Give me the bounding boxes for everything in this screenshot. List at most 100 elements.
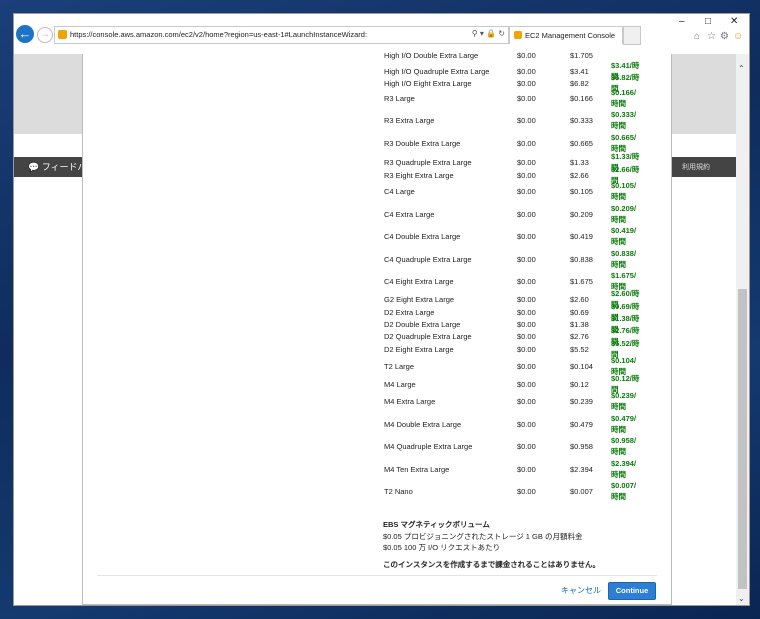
instance-type-name: M4 Large	[384, 380, 416, 389]
browser-window: ← → https://console.aws.amazon.com/ec2/v…	[13, 13, 750, 606]
favorites-star-icon[interactable]: ☆	[707, 31, 716, 42]
ebs-title: EBS マグネティックボリューム	[383, 520, 490, 529]
hourly-price: $0.69	[570, 308, 589, 317]
hourly-price: $2.60	[570, 295, 589, 304]
upfront-price: $0.00	[517, 171, 536, 180]
effective-hourly-price: $0.166/時間	[611, 88, 637, 108]
upfront-price: $0.00	[517, 487, 536, 496]
instance-type-name: R3 Large	[384, 94, 415, 103]
upfront-price: $0.00	[517, 345, 536, 354]
maximize-icon[interactable]: □	[705, 16, 711, 27]
hourly-price: $0.838	[570, 255, 593, 264]
upfront-price: $0.00	[517, 255, 536, 264]
address-bar[interactable]: https://console.aws.amazon.com/ec2/v2/ho…	[54, 26, 509, 44]
billing-note: このインスタンスを作成するまで課金されることはありません。	[383, 560, 600, 569]
hourly-price: $2.76	[570, 332, 589, 341]
address-bar-tools-icon[interactable]: ⚲ ▾ 🔒 ↻	[472, 29, 505, 38]
upfront-price: $0.00	[517, 465, 536, 474]
hourly-price: $0.419	[570, 232, 593, 241]
instance-type-name: R3 Quadruple Extra Large	[384, 158, 472, 167]
upfront-price: $0.00	[517, 442, 536, 451]
terms-link[interactable]: 利用規約	[682, 162, 710, 172]
upfront-price: $0.00	[517, 116, 536, 125]
instance-type-name: C4 Double Extra Large	[384, 232, 461, 241]
upfront-price: $0.00	[517, 332, 536, 341]
feedback-link[interactable]: 💬 フィードバ	[28, 160, 87, 173]
hourly-price: $2.66	[570, 171, 589, 180]
instance-type-name: D2 Quadruple Extra Large	[384, 332, 472, 341]
effective-hourly-price: $0.105/時間	[611, 181, 637, 201]
continue-button[interactable]: Continue	[608, 582, 656, 600]
hourly-price: $0.958	[570, 442, 593, 451]
hourly-price: $5.52	[570, 345, 589, 354]
effective-hourly-price: $0.239/時間	[611, 391, 637, 411]
tab-title: EC2 Management Console	[525, 31, 616, 40]
instance-type-name: M4 Ten Extra Large	[384, 465, 450, 474]
upfront-price: $0.00	[517, 362, 536, 371]
hourly-price: $0.105	[570, 187, 593, 196]
hourly-price: $1.38	[570, 320, 589, 329]
hourly-price: $1.33	[570, 158, 589, 167]
upfront-price: $0.00	[517, 295, 536, 304]
scrollbar[interactable]: ⌃ ⌄	[736, 54, 749, 605]
effective-hourly-price: $0.479/時間	[611, 414, 637, 434]
upfront-price: $0.00	[517, 308, 536, 317]
upfront-price: $0.00	[517, 187, 536, 196]
instance-type-name: High I/O Double Extra Large	[384, 51, 479, 60]
upfront-price: $0.00	[517, 210, 536, 219]
tab-favicon-icon	[514, 31, 522, 39]
tab-ec2-console[interactable]: EC2 Management Console	[509, 26, 623, 44]
instance-type-name: M4 Double Extra Large	[384, 420, 462, 429]
scroll-down-icon[interactable]: ⌄	[738, 594, 745, 603]
smiley-icon[interactable]: ☺	[733, 31, 743, 42]
browser-toolbar: ← → https://console.aws.amazon.com/ec2/v…	[14, 14, 749, 54]
url-text[interactable]: https://console.aws.amazon.com/ec2/v2/ho…	[70, 30, 367, 39]
upfront-price: $0.00	[517, 232, 536, 241]
hourly-price: $0.12	[570, 380, 589, 389]
effective-hourly-price: $0.838/時間	[611, 249, 637, 269]
instance-type-name: C4 Large	[384, 187, 415, 196]
forward-icon[interactable]: →	[37, 27, 53, 43]
upfront-price: $0.00	[517, 79, 536, 88]
close-icon[interactable]: ✕	[730, 16, 738, 27]
hourly-price: $2.394	[570, 465, 593, 474]
upfront-price: $0.00	[517, 139, 536, 148]
instance-type-name: R3 Extra Large	[384, 116, 435, 125]
upfront-price: $0.00	[517, 320, 536, 329]
minimize-icon[interactable]: –	[679, 16, 685, 27]
new-tab-button[interactable]	[623, 26, 641, 45]
instance-type-name: D2 Extra Large	[384, 308, 435, 317]
upfront-price: $0.00	[517, 380, 536, 389]
upfront-price: $0.00	[517, 420, 536, 429]
upfront-price: $0.00	[517, 67, 536, 76]
home-icon[interactable]: ⌂	[694, 31, 700, 42]
upfront-price: $0.00	[517, 158, 536, 167]
instance-type-name: T2 Large	[384, 362, 415, 371]
instance-type-name: D2 Eight Extra Large	[384, 345, 454, 354]
upfront-price: $0.00	[517, 94, 536, 103]
ebs-storage-price: $0.05 プロビジョニングされたストレージ 1 GB の月額料金	[383, 532, 583, 541]
settings-gear-icon[interactable]: ⚙	[720, 31, 729, 42]
hourly-price: $0.007	[570, 487, 593, 496]
hourly-price: $0.209	[570, 210, 593, 219]
scrollbar-thumb[interactable]	[738, 289, 747, 589]
hourly-price: $0.479	[570, 420, 593, 429]
instance-type-name: M4 Quadruple Extra Large	[384, 442, 473, 451]
cancel-button[interactable]: キャンセル	[561, 585, 601, 596]
back-icon[interactable]: ←	[16, 25, 34, 43]
effective-hourly-price: $0.958/時間	[611, 436, 637, 456]
effective-hourly-price: $0.209/時間	[611, 204, 637, 224]
hourly-price: $6.82	[570, 79, 589, 88]
instance-type-name: G2 Eight Extra Large	[384, 295, 455, 304]
hourly-price: $1.675	[570, 277, 593, 286]
instance-type-name: R3 Double Extra Large	[384, 139, 461, 148]
instance-type-name: M4 Extra Large	[384, 397, 436, 406]
instance-type-name: C4 Eight Extra Large	[384, 277, 454, 286]
hourly-price: $0.239	[570, 397, 593, 406]
upfront-price: $0.00	[517, 51, 536, 60]
upfront-price: $0.00	[517, 277, 536, 286]
upfront-price: $0.00	[517, 397, 536, 406]
effective-hourly-price: $0.333/時間	[611, 110, 637, 130]
scroll-up-icon[interactable]: ⌃	[738, 64, 745, 73]
pricing-modal: High I/O Double Extra Large $0.00 $1.705 Hi…	[82, 51, 672, 605]
